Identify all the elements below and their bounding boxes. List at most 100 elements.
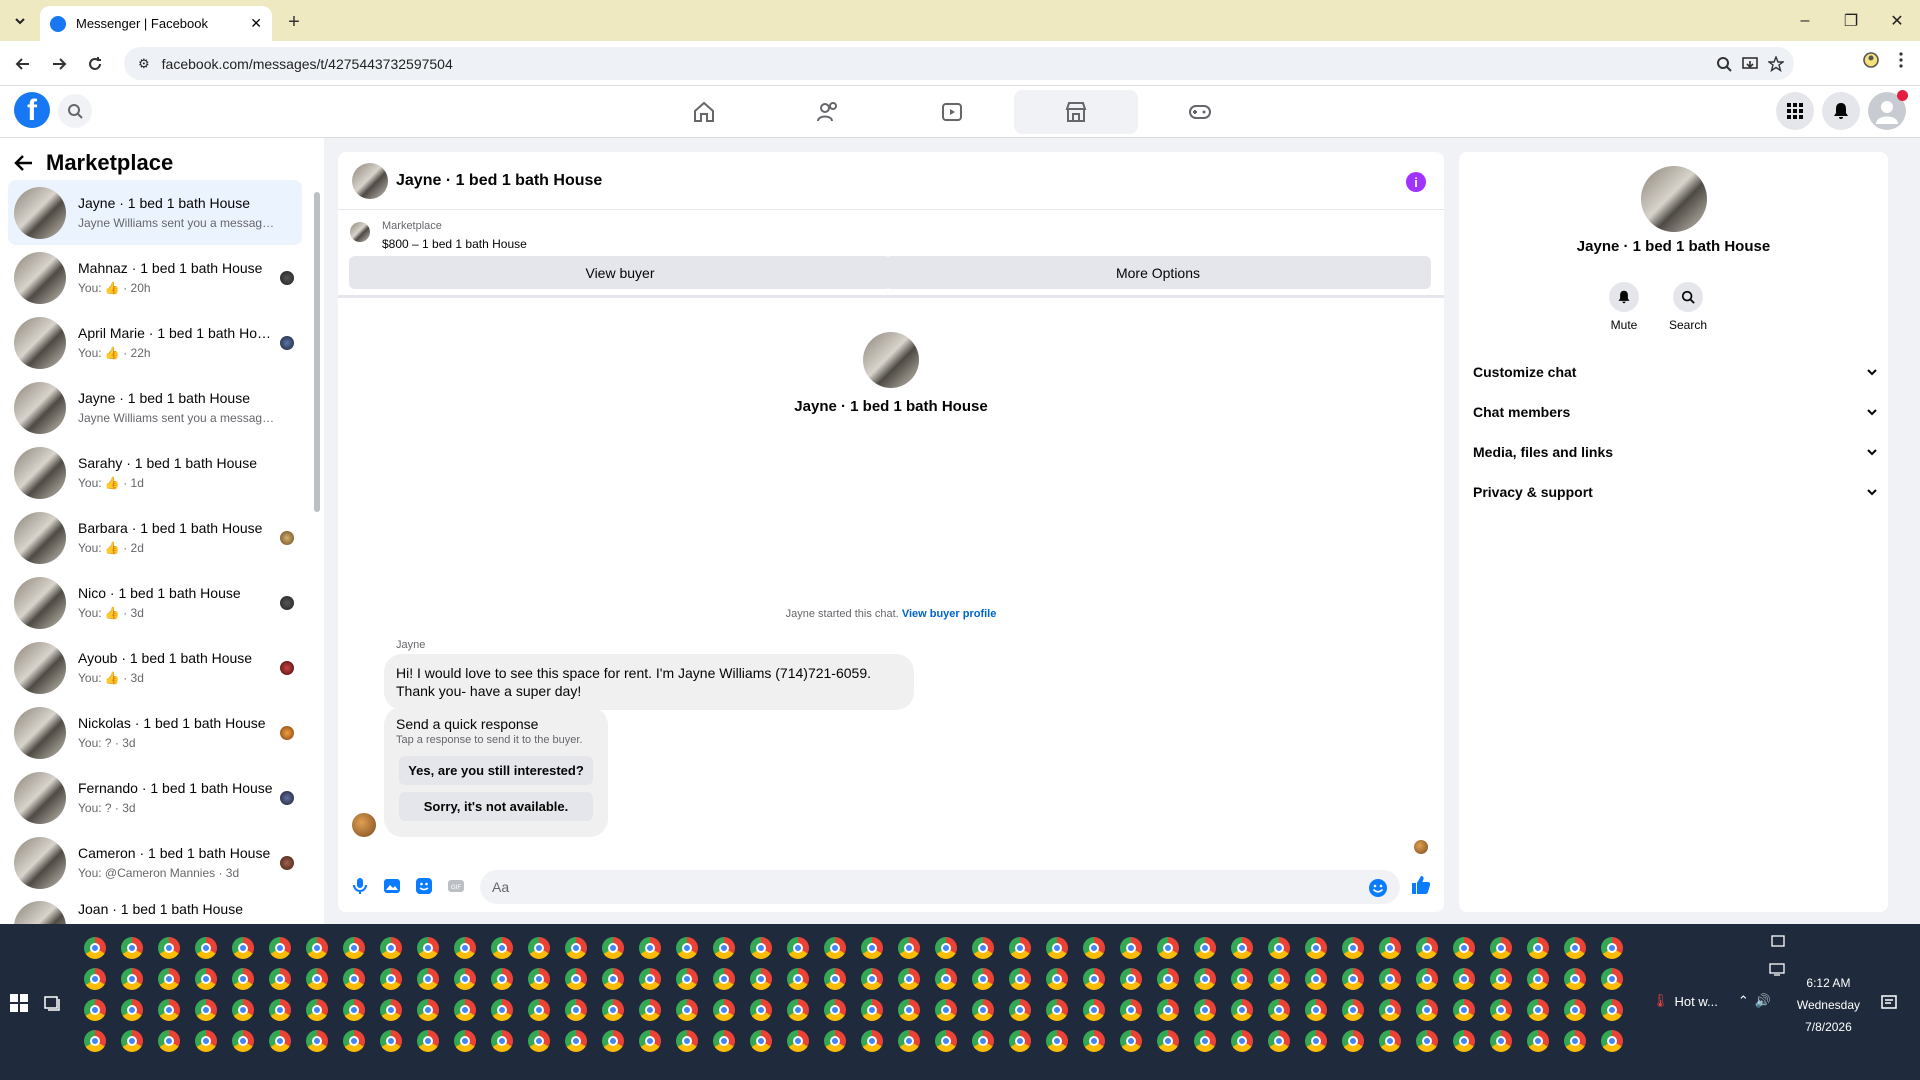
chrome-window-icon[interactable] [528, 967, 550, 990]
conversation-item[interactable]: Nickolas · 1 bed 1 bath House You: ? · 3d [8, 700, 302, 765]
chrome-window-icon[interactable] [1379, 1029, 1401, 1052]
chrome-window-icon[interactable] [565, 998, 587, 1021]
chrome-window-icon[interactable] [1416, 936, 1438, 959]
chrome-window-icon[interactable] [84, 967, 106, 990]
view-buyer-profile-link[interactable]: View buyer profile [902, 608, 997, 620]
view-buyer-button[interactable]: View buyer [349, 256, 891, 289]
microphone-icon[interactable] [350, 876, 370, 896]
like-thumb-icon[interactable] [1410, 874, 1432, 896]
chrome-window-icon[interactable] [491, 936, 513, 959]
info-icon[interactable]: i [1406, 172, 1426, 192]
chrome-window-icon[interactable] [528, 936, 550, 959]
chrome-window-icon[interactable] [565, 967, 587, 990]
chrome-window-icon[interactable] [750, 936, 772, 959]
nav-friends[interactable] [766, 90, 890, 134]
start-button[interactable] [10, 994, 28, 1012]
chrome-window-icon[interactable] [454, 967, 476, 990]
chrome-window-icon[interactable] [306, 967, 328, 990]
chrome-window-icon[interactable] [306, 998, 328, 1021]
menu-button[interactable] [1776, 92, 1814, 130]
conversation-item[interactable]: Ayoub · 1 bed 1 bath House You: 👍 · 3d [8, 635, 302, 700]
meet-now-icon[interactable] [1771, 934, 1785, 948]
chrome-window-icon[interactable] [750, 998, 772, 1021]
chrome-window-icon[interactable] [1601, 998, 1623, 1021]
chrome-window-icon[interactable] [1120, 1029, 1142, 1052]
more-menu-icon[interactable] [1892, 51, 1910, 69]
chrome-window-icon[interactable] [195, 967, 217, 990]
chrome-window-icon[interactable] [639, 1029, 661, 1052]
chrome-window-icon[interactable] [343, 1029, 365, 1052]
chrome-window-icon[interactable] [1194, 998, 1216, 1021]
chrome-window-icon[interactable] [491, 1029, 513, 1052]
account-avatar[interactable] [1868, 90, 1908, 130]
network-icon[interactable] [1769, 962, 1785, 976]
chrome-window-icon[interactable] [1416, 1029, 1438, 1052]
chrome-window-icon[interactable] [565, 936, 587, 959]
chrome-window-icon[interactable] [1342, 936, 1364, 959]
chrome-window-icon[interactable] [158, 936, 180, 959]
mute-button[interactable] [1609, 282, 1639, 312]
chrome-window-icon[interactable] [1046, 998, 1068, 1021]
message-bubble[interactable]: Hi! I would love to see this space for r… [384, 654, 914, 710]
chrome-window-icon[interactable] [1268, 998, 1290, 1021]
chrome-window-icon[interactable] [1527, 1029, 1549, 1052]
chrome-window-icon[interactable] [1305, 998, 1327, 1021]
conversation-item[interactable]: Jayne · 1 bed 1 bath House Jayne Williams… [8, 180, 302, 245]
chrome-window-icon[interactable] [935, 967, 957, 990]
conversation-item[interactable]: April Marie · 1 bed 1 bath Hou... You: 👍 … [8, 310, 302, 375]
chrome-window-icon[interactable] [417, 998, 439, 1021]
forward-button[interactable] [46, 51, 72, 77]
chrome-window-icon[interactable] [1305, 967, 1327, 990]
search-action[interactable]: Search [1658, 282, 1718, 332]
section-privacy-support[interactable]: Privacy & support [1473, 472, 1878, 512]
minimize-button[interactable]: – [1782, 0, 1828, 41]
back-button[interactable] [10, 51, 36, 77]
chrome-window-icon[interactable] [861, 967, 883, 990]
chrome-window-icon[interactable] [1120, 998, 1142, 1021]
chrome-window-icon[interactable] [1046, 936, 1068, 959]
chrome-window-icon[interactable] [158, 967, 180, 990]
chrome-window-icon[interactable] [232, 1029, 254, 1052]
tray-chevron-up-icon[interactable]: ⌃ [1738, 993, 1749, 1009]
site-info-icon[interactable]: ⚙ [138, 56, 150, 72]
back-arrow-icon[interactable] [14, 153, 34, 173]
notifications-button[interactable] [1822, 92, 1860, 130]
chrome-window-icon[interactable] [713, 1029, 735, 1052]
chrome-window-icon[interactable] [639, 967, 661, 990]
chrome-window-icon[interactable] [565, 1029, 587, 1052]
mute-action[interactable]: Mute [1594, 282, 1654, 332]
chrome-window-icon[interactable] [898, 998, 920, 1021]
chrome-window-icon[interactable] [306, 936, 328, 959]
chrome-window-icon[interactable] [1120, 936, 1142, 959]
chrome-window-icon[interactable] [84, 936, 106, 959]
chrome-window-icon[interactable] [195, 998, 217, 1021]
chrome-window-icon[interactable] [1342, 967, 1364, 990]
chrome-window-icon[interactable] [824, 936, 846, 959]
chat-title[interactable]: Jayne · 1 bed 1 bath House [396, 172, 602, 190]
chrome-window-icon[interactable] [972, 936, 994, 959]
close-window-button[interactable]: ✕ [1874, 0, 1920, 41]
chrome-window-icon[interactable] [528, 998, 550, 1021]
chrome-window-icon[interactable] [676, 1029, 698, 1052]
conversation-item[interactable]: Barbara · 1 bed 1 bath House You: 👍 · 2d [8, 505, 302, 570]
conversation-item[interactable]: Nico · 1 bed 1 bath House You: 👍 · 3d [8, 570, 302, 635]
chrome-window-icon[interactable] [1416, 967, 1438, 990]
chrome-window-icon[interactable] [1083, 998, 1105, 1021]
chrome-window-icon[interactable] [787, 967, 809, 990]
chrome-window-icon[interactable] [1231, 1029, 1253, 1052]
zoom-icon[interactable] [1716, 56, 1732, 72]
chrome-window-icon[interactable] [1046, 967, 1068, 990]
chrome-window-icon[interactable] [1453, 998, 1475, 1021]
conversation-item[interactable]: Mahnaz · 1 bed 1 bath House You: 👍 · 20h [8, 245, 302, 310]
chrome-window-icon[interactable] [1009, 1029, 1031, 1052]
chrome-window-icon[interactable] [343, 936, 365, 959]
chrome-window-icon[interactable] [1601, 967, 1623, 990]
task-view-button[interactable] [44, 994, 62, 1012]
section-media-files-links[interactable]: Media, files and links [1473, 432, 1878, 472]
chrome-window-icon[interactable] [713, 967, 735, 990]
search-in-chat-button[interactable] [1673, 282, 1703, 312]
chrome-window-icon[interactable] [1268, 936, 1290, 959]
chrome-window-icon[interactable] [195, 1029, 217, 1052]
chrome-window-icon[interactable] [1564, 936, 1586, 959]
sidebar-scrollbar[interactable] [314, 192, 320, 512]
